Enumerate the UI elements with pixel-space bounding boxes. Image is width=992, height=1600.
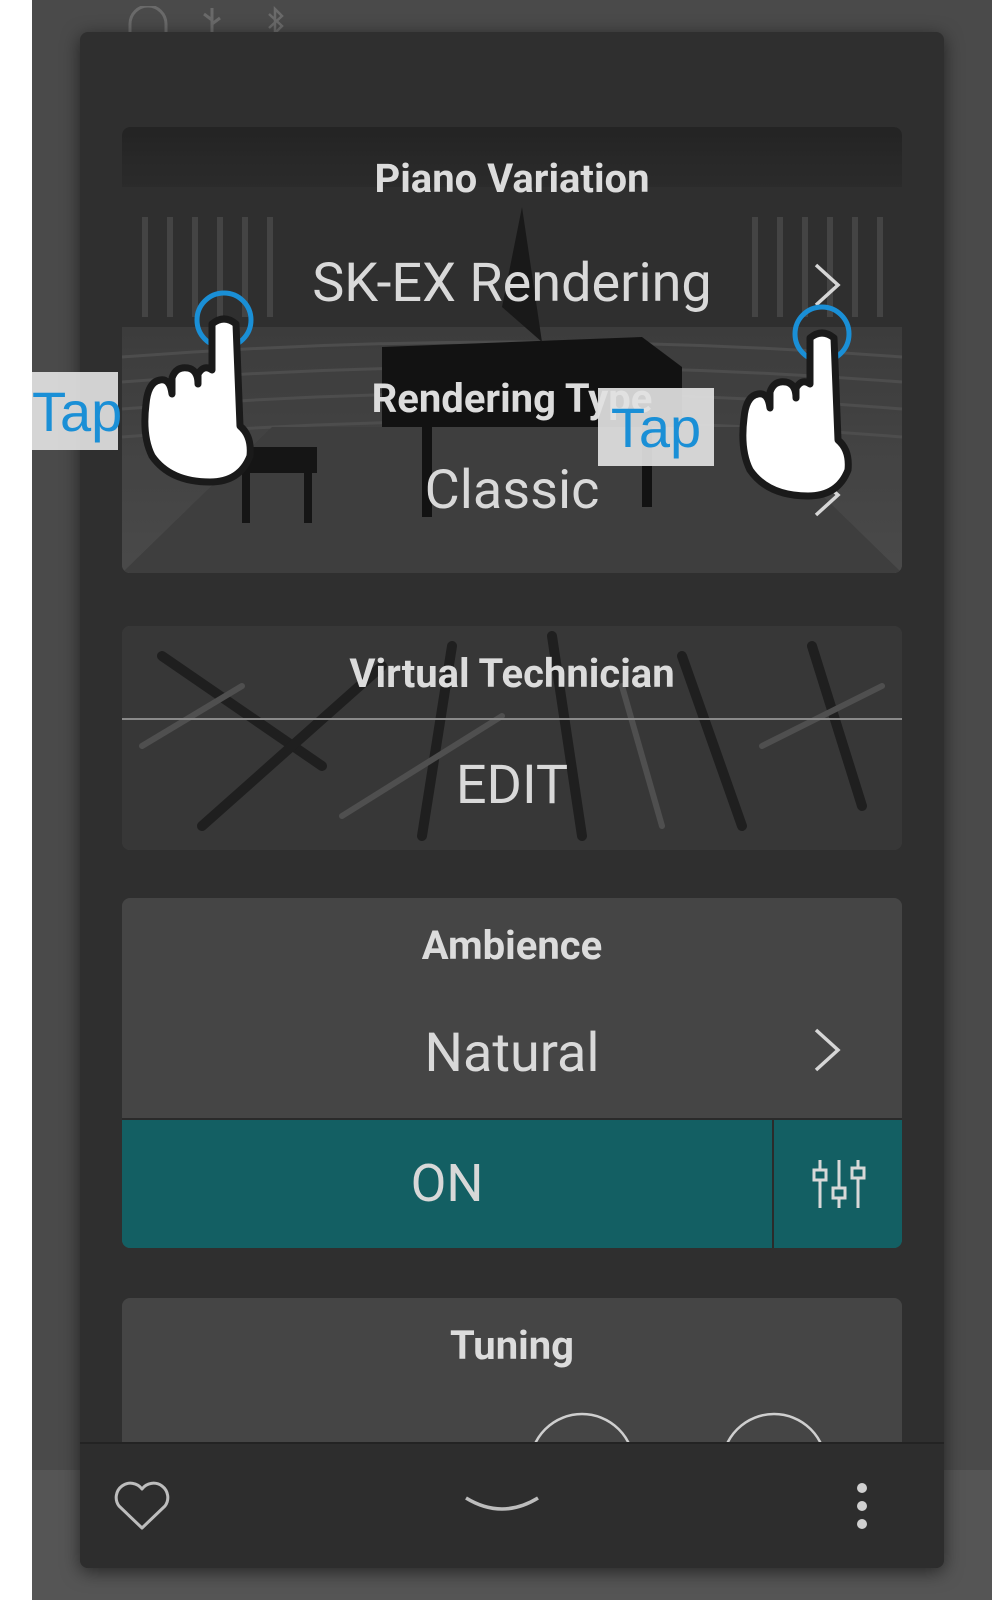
- virtual-technician-card: Virtual Technician EDIT: [122, 626, 902, 850]
- tap-hand-icon: [739, 304, 852, 500]
- bottom-bar: [80, 1442, 944, 1568]
- ambience-value[interactable]: Natural: [122, 1022, 902, 1085]
- app-screen: Piano Variation SK-EX Rendering Renderin…: [0, 0, 992, 1600]
- divider: [122, 718, 902, 720]
- tap-label-left: Tap: [32, 372, 122, 450]
- sliders-icon: [812, 1160, 866, 1208]
- sound-settings-panel: Piano Variation SK-EX Rendering Renderin…: [80, 32, 944, 1568]
- virtual-technician-title: Virtual Technician: [349, 650, 675, 697]
- piano-variation-title: Piano Variation: [374, 155, 650, 202]
- tap-label-right: Tap: [598, 388, 714, 466]
- more-vertical-icon[interactable]: [850, 1482, 874, 1532]
- ambience-settings-button[interactable]: [774, 1120, 902, 1248]
- chevron-down-icon[interactable]: [462, 1492, 542, 1522]
- ambience-title: Ambience: [421, 922, 603, 969]
- ambience-card: Ambience Natural ON: [122, 898, 902, 1248]
- tap-hand-icon: [141, 290, 254, 486]
- heart-icon[interactable]: [112, 1480, 172, 1532]
- chevron-right-icon[interactable]: [812, 1026, 842, 1074]
- edit-button[interactable]: EDIT: [122, 754, 902, 817]
- ambience-on-toggle[interactable]: ON: [122, 1120, 772, 1248]
- tuning-title: Tuning: [449, 1322, 574, 1369]
